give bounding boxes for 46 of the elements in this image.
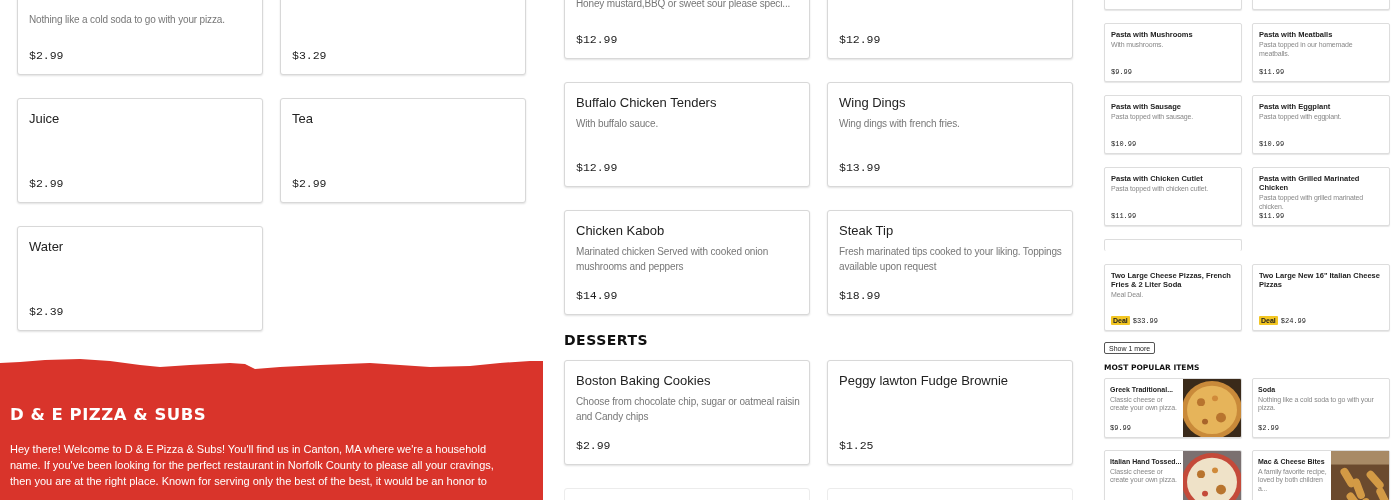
item-name: Steak Tip (839, 223, 895, 238)
item-price: $12.99 (839, 33, 882, 46)
menu-card[interactable]: Buffalo Chicken Tenders With buffalo sauce. $12.99 (564, 82, 810, 187)
section-heading: DESSERTS (564, 332, 650, 348)
item-description: Marinated chicken Served with cooked onion mushrooms and peppers (576, 245, 770, 274)
menu-card[interactable]: Nothing like a cold soda to go with your pizza. $2.99 (17, 0, 263, 75)
item-price: $12.99 (576, 33, 619, 46)
menu-card[interactable]: Boston Baking Cookies Choose from chocolate chip, sugar or oatmeal raisin and Candy chips $2.99 (564, 360, 810, 465)
menu-card[interactable]: Chicken Kabob Marinated chicken Served with cooked onion mushrooms and peppers $14.99 (564, 210, 810, 315)
item-price: $13.99 (839, 161, 882, 174)
menu-card[interactable]: Juice $2.99 (17, 98, 263, 203)
menu-card[interactable]: $3.29 (280, 0, 526, 75)
restaurant-title: D & E PIZZA & SUBS (10, 405, 208, 424)
menu-card[interactable] (1104, 239, 1242, 251)
item-name: Chicken Kabob (576, 223, 666, 238)
menu-card[interactable]: Steak Tip Fresh marinated tips cooked to your liking. Toppings available upon request $18.99 (827, 210, 1073, 315)
item-name: Wing Dings (839, 95, 907, 110)
item-description: Nothing like a cold soda to go with your pizza. (29, 13, 226, 27)
item-name: Tea (292, 111, 314, 126)
item-price: $1.25 (839, 439, 875, 452)
item-description: Fresh marinated tips cooked to your liking. Toppings available upon request (839, 245, 1063, 274)
menu-card[interactable]: Water $2.39 (17, 226, 263, 331)
menu-card[interactable]: Peggy lawton Fudge Brownie $1.25 (827, 360, 1073, 465)
item-name: Juice (29, 111, 61, 126)
item-price: $2.99 (292, 177, 328, 190)
item-description: Honey mustard,BBQ or sweet sour please speci... (576, 0, 792, 11)
item-price: $14.99 (576, 289, 619, 302)
item-price: $2.99 (576, 439, 612, 452)
item-price: $12.99 (576, 161, 619, 174)
menu-card[interactable]: Wing Dings Wing dings with french fries. $13.99 (827, 82, 1073, 187)
item-price: $2.39 (29, 305, 65, 318)
item-name: Water (29, 239, 65, 254)
item-description: Wing dings with french fries. (839, 117, 961, 131)
item-name: Boston Baking Cookies (576, 373, 712, 388)
menu-card[interactable]: Honey mustard,BBQ or sweet sour please speci... $12.99 (564, 0, 810, 59)
item-price: $18.99 (839, 289, 882, 302)
item-price: $2.99 (29, 177, 65, 190)
item-price: $2.99 (29, 49, 65, 62)
item-description: Choose from chocolate chip, sugar or oatmeal raisin and Candy chips (576, 395, 801, 424)
item-price: $3.29 (292, 49, 328, 62)
item-name: Buffalo Chicken Tenders (576, 95, 718, 110)
menu-card[interactable]: $12.99 (827, 0, 1073, 59)
item-description: With buffalo sauce. (576, 117, 659, 131)
menu-card[interactable]: Tea $2.99 (280, 98, 526, 203)
about-text: Hey there! Welcome to D & E Pizza & Subs! You'll find us in Canton, MA where we're a household name. If you've been looking for the perfect restaurant in Norfolk County to please all your cravings, then you are at the right place. Known for serving only the best of the best, it would be an honor to (10, 442, 495, 489)
item-name: Peggy lawton Fudge Brownie (839, 373, 1010, 388)
